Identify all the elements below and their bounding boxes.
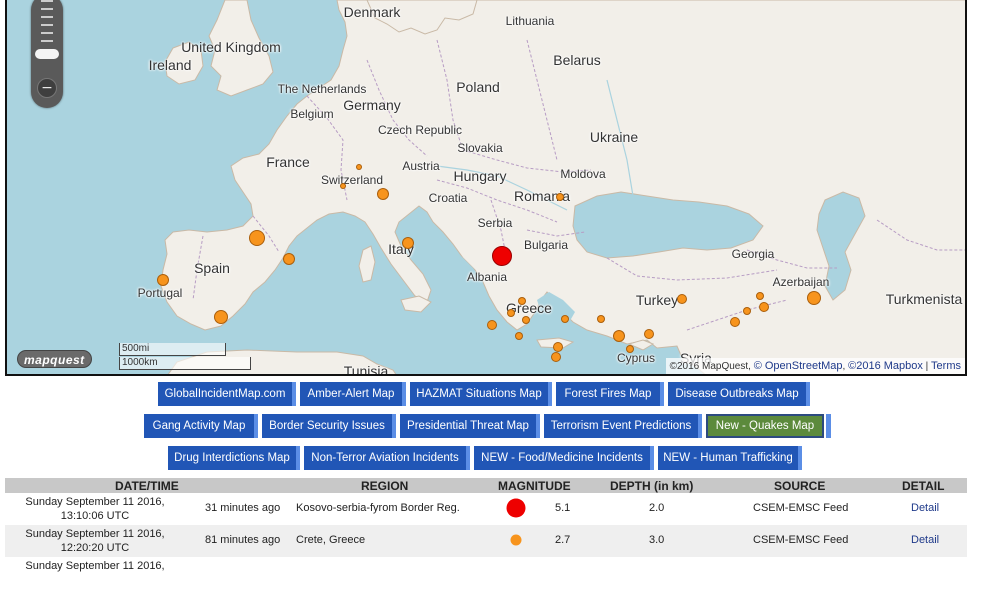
mapquest-logo[interactable]: mapquest bbox=[17, 350, 92, 368]
quake-marker[interactable] bbox=[597, 315, 605, 323]
quake-marker[interactable] bbox=[157, 274, 169, 286]
header-magnitude: MAGNITUDE bbox=[498, 479, 571, 493]
quake-marker[interactable] bbox=[249, 230, 265, 246]
header-region: REGION bbox=[361, 479, 409, 493]
nav-non-terror-aviation-incidents[interactable]: Non-Terror Aviation Incidents bbox=[304, 446, 470, 470]
row-magnitude: 2.7 bbox=[555, 534, 571, 546]
row-datetime: Sunday September 11 2016, bbox=[25, 560, 165, 572]
nav-row-1: GlobalIncidentMap.com Amber-Alert Map HA… bbox=[0, 382, 1000, 406]
quake-marker[interactable] bbox=[613, 330, 625, 342]
row-source: CSEM-EMSC Feed bbox=[753, 502, 849, 514]
quake-marker[interactable] bbox=[626, 345, 634, 353]
nav-food-medicine-incidents[interactable]: NEW - Food/Medicine Incidents bbox=[474, 446, 654, 470]
row-depth: 2.0 bbox=[649, 502, 665, 514]
quakes-table: DATE/TIME REGION MAGNITUDE DEPTH (in km)… bbox=[5, 478, 967, 589]
quake-marker[interactable] bbox=[518, 297, 526, 305]
quake-marker[interactable] bbox=[487, 320, 497, 330]
row-depth: 3.0 bbox=[649, 534, 665, 546]
row-detail-link[interactable]: Detail bbox=[911, 502, 939, 514]
quake-marker[interactable] bbox=[644, 329, 654, 339]
row-magnitude-dot bbox=[506, 498, 526, 518]
quake-marker[interactable] bbox=[522, 316, 530, 324]
nav-terrorism-event-predictions[interactable]: Terrorism Event Predictions bbox=[544, 414, 702, 438]
nav-gang-activity-map[interactable]: Gang Activity Map bbox=[144, 414, 258, 438]
quake-marker[interactable] bbox=[743, 307, 751, 315]
quake-marker[interactable] bbox=[551, 352, 561, 362]
nav-border-security-issues[interactable]: Border Security Issues bbox=[262, 414, 396, 438]
quake-marker[interactable] bbox=[214, 310, 228, 324]
header-datetime: DATE/TIME bbox=[115, 479, 179, 493]
attribution-terms-link[interactable]: Terms bbox=[931, 360, 961, 372]
nav-global-incident-map[interactable]: GlobalIncidentMap.com bbox=[158, 382, 296, 406]
row-detail-link[interactable]: Detail bbox=[911, 534, 939, 546]
row-ago: 81 minutes ago bbox=[205, 534, 281, 546]
nav-new-quakes-map[interactable]: New - Quakes Map bbox=[706, 414, 824, 438]
quake-marker[interactable] bbox=[356, 164, 362, 170]
quake-marker[interactable] bbox=[340, 183, 346, 189]
attribution-osm-link[interactable]: © OpenStreetMap bbox=[754, 360, 843, 372]
zoom-ticks bbox=[41, 0, 53, 48]
table-header: DATE/TIME REGION MAGNITUDE DEPTH (in km)… bbox=[5, 478, 967, 493]
scale-km: 1000km bbox=[119, 357, 251, 370]
attribution-separator: | bbox=[925, 361, 929, 372]
map-basemap bbox=[7, 0, 965, 374]
header-source: SOURCE bbox=[774, 479, 826, 493]
scale-mi: 500mi bbox=[119, 343, 226, 356]
row-magnitude-dot bbox=[510, 534, 522, 546]
row-magnitude: 5.1 bbox=[555, 502, 571, 514]
nav-hazmat-situations-map[interactable]: HAZMAT Situations Map bbox=[410, 382, 552, 406]
zoom-handle[interactable] bbox=[35, 49, 59, 59]
header-detail: DETAIL bbox=[902, 479, 945, 493]
quake-marker[interactable] bbox=[553, 342, 563, 352]
quake-marker[interactable] bbox=[377, 188, 389, 200]
quake-marker[interactable] bbox=[283, 253, 295, 265]
map-attribution: ©2016 MapQuest, © OpenStreetMap, ©2016 M… bbox=[665, 358, 965, 374]
zoom-slider[interactable]: − bbox=[31, 0, 63, 108]
incident-map[interactable]: Denmark Lithuania United Kingdom Ireland Bel… bbox=[5, 0, 967, 376]
table-row: Sunday September 11 2016, 13:10:06 UTC 31… bbox=[5, 493, 967, 525]
nav-row-2-end bbox=[826, 414, 831, 438]
quake-marker[interactable] bbox=[556, 193, 564, 201]
quake-marker[interactable] bbox=[561, 315, 569, 323]
quake-marker[interactable] bbox=[677, 294, 687, 304]
row-source: CSEM-EMSC Feed bbox=[753, 534, 849, 546]
table-row: Sunday September 11 2016, 12:20:20 UTC 81… bbox=[5, 525, 967, 557]
quake-marker[interactable] bbox=[507, 309, 515, 317]
row-region: Kosovo-serbia-fyrom Border Reg. bbox=[296, 502, 460, 514]
nav-disease-outbreaks-map[interactable]: Disease Outbreaks Map bbox=[668, 382, 810, 406]
quake-marker[interactable] bbox=[756, 292, 764, 300]
quake-marker-major[interactable] bbox=[492, 246, 512, 266]
row-region: Crete, Greece bbox=[296, 534, 366, 546]
header-depth: DEPTH (in km) bbox=[610, 479, 694, 493]
nav-drug-interdictions-map[interactable]: Drug Interdictions Map bbox=[168, 446, 300, 470]
row-ago: 31 minutes ago bbox=[205, 502, 281, 514]
nav-row-2: Gang Activity Map Border Security Issues… bbox=[0, 414, 1000, 438]
nav-amber-alert-map[interactable]: Amber-Alert Map bbox=[300, 382, 406, 406]
quake-marker[interactable] bbox=[515, 332, 523, 340]
quake-marker[interactable] bbox=[807, 291, 821, 305]
map-scale: 500mi 1000km bbox=[119, 343, 251, 371]
row-datetime: Sunday September 11 2016, 12:20:20 UTC bbox=[25, 528, 165, 554]
nav-human-trafficking[interactable]: NEW - Human Trafficking bbox=[658, 446, 802, 470]
quake-marker[interactable] bbox=[402, 237, 414, 249]
nav-presidential-threat-map[interactable]: Presidential Threat Map bbox=[400, 414, 540, 438]
quake-marker[interactable] bbox=[759, 302, 769, 312]
quake-marker[interactable] bbox=[730, 317, 740, 327]
attribution-mapquest: ©2016 MapQuest, bbox=[669, 361, 751, 372]
table-row: Sunday September 11 2016, bbox=[5, 557, 967, 589]
attribution-mapbox-link[interactable]: ©2016 Mapbox bbox=[848, 360, 923, 372]
nav-forest-fires-map[interactable]: Forest Fires Map bbox=[556, 382, 664, 406]
zoom-out-button[interactable]: − bbox=[37, 78, 57, 98]
nav-row-3: Drug Interdictions Map Non-Terror Aviati… bbox=[0, 446, 1000, 470]
row-datetime: Sunday September 11 2016, 13:10:06 UTC bbox=[25, 496, 165, 522]
